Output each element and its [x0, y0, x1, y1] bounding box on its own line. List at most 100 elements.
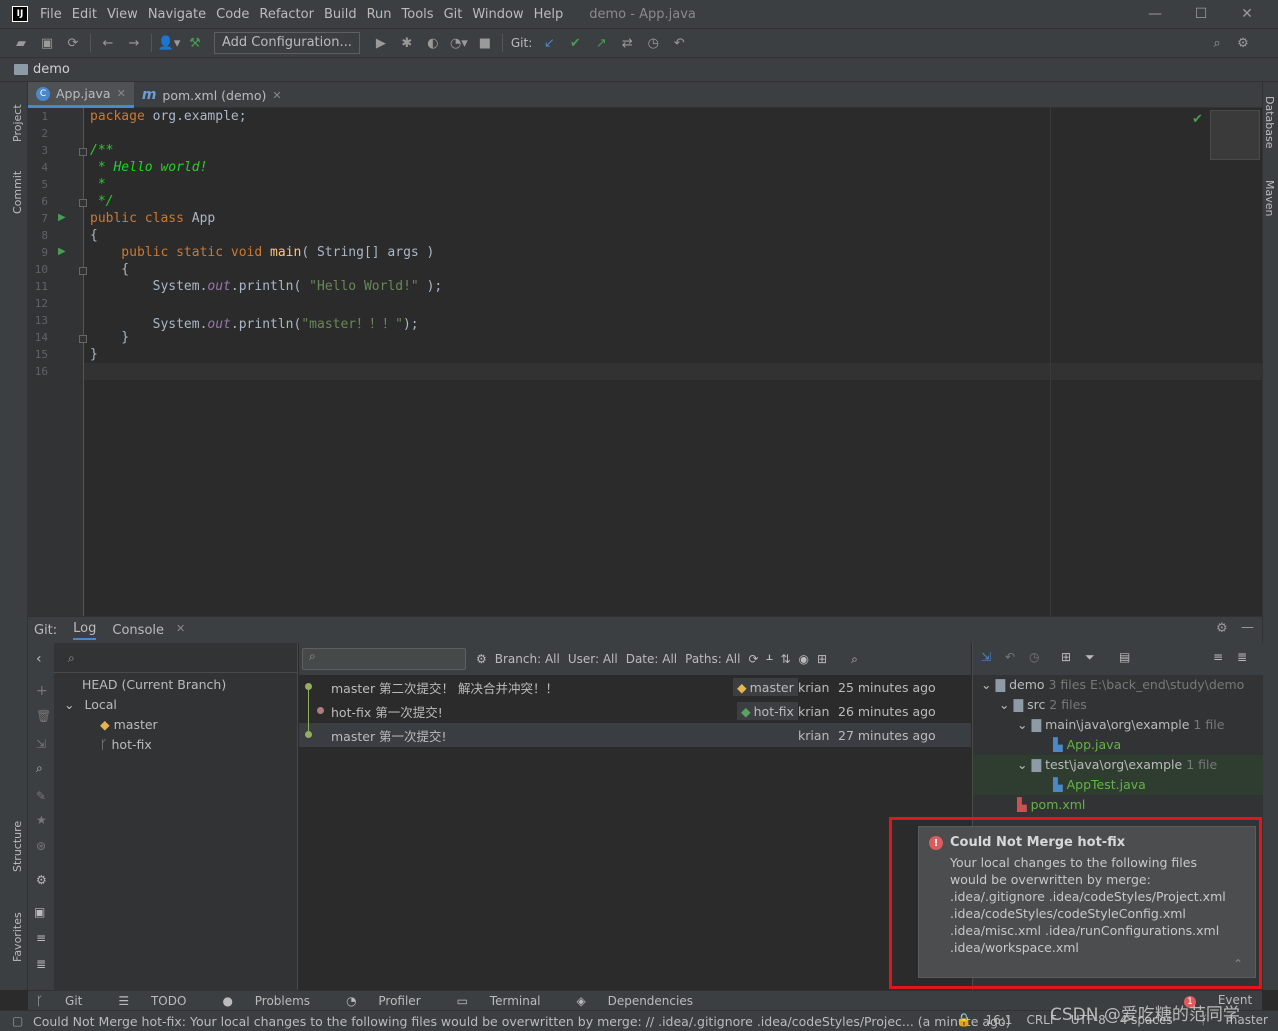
file-apptest-java[interactable]: ▙ AppTest.java: [1053, 777, 1146, 792]
breadcrumb-project[interactable]: demo: [33, 62, 70, 77]
menu-git[interactable]: Git: [444, 7, 463, 22]
tree-node-test[interactable]: ⌄ ▇ test\java\org\example 1 file: [1017, 757, 1217, 772]
close-icon[interactable]: ✕: [1224, 0, 1270, 29]
debug-icon[interactable]: ✱: [394, 32, 420, 54]
tool-tab-git[interactable]: ᚴ Git: [36, 994, 100, 1008]
fetch-icon[interactable]: ⊛: [36, 839, 46, 853]
stop-icon[interactable]: ■: [472, 32, 498, 54]
menu-navigate[interactable]: Navigate: [148, 7, 206, 22]
search-everywhere-icon[interactable]: ⌕: [1204, 32, 1230, 54]
menu-refactor[interactable]: Refactor: [259, 7, 314, 22]
menu-help[interactable]: Help: [534, 7, 564, 22]
back-arrow-icon[interactable]: ←: [95, 32, 121, 54]
commit-row[interactable]: master 第二次提交！ 解决合并冲突！！ ◆ master krian 25 …: [299, 675, 971, 699]
favorites-tool-tab[interactable]: Favorites: [11, 912, 24, 962]
menu-view[interactable]: View: [107, 7, 138, 22]
menu-window[interactable]: Window: [472, 7, 523, 22]
filter-icon[interactable]: ⏷: [1085, 650, 1095, 665]
fold-marker-icon[interactable]: [79, 199, 87, 207]
open-folder-icon[interactable]: ▰: [8, 32, 34, 54]
code-preview-minimap[interactable]: [1210, 110, 1260, 160]
maximize-icon[interactable]: ☐: [1178, 0, 1224, 29]
close-tab-icon[interactable]: ✕: [176, 622, 185, 635]
run-gutter-icon[interactable]: ▶: [58, 246, 66, 257]
branch-item-hot-fix[interactable]: ᚴ hot-fix: [100, 737, 152, 752]
commit-tool-tab[interactable]: Commit: [11, 171, 24, 214]
edit-icon[interactable]: ✎: [36, 789, 46, 803]
menu-build[interactable]: Build: [324, 7, 357, 22]
run-icon[interactable]: ▶: [368, 32, 394, 54]
menu-edit[interactable]: Edit: [72, 7, 97, 22]
file-app-java[interactable]: ▙ App.java: [1053, 737, 1121, 752]
tool-tab-profiler[interactable]: ◔ Profiler: [346, 994, 439, 1008]
git-history-icon[interactable]: ◷: [640, 32, 666, 54]
git-rollback-icon[interactable]: ↶: [666, 32, 692, 54]
forward-arrow-icon[interactable]: →: [121, 32, 147, 54]
profile-icon[interactable]: ◔▾: [446, 32, 472, 54]
fold-marker-icon[interactable]: [79, 335, 87, 343]
save-icon[interactable]: ▣: [34, 32, 60, 54]
filter-settings-icon[interactable]: ⚙: [476, 652, 487, 666]
menu-code[interactable]: Code: [216, 7, 249, 22]
compare-icon[interactable]: ⇲: [981, 650, 991, 664]
filter-branch[interactable]: Branch: All: [495, 652, 560, 666]
tab-app-java[interactable]: C App.java ✕: [28, 82, 134, 108]
tree-node-main[interactable]: ⌄ ▇ main\java\org\example 1 file: [1017, 717, 1224, 732]
merge-icon[interactable]: ⇲: [36, 737, 46, 751]
tool-tab-todo[interactable]: ☰ TODO: [118, 994, 204, 1008]
tool-tab-terminal[interactable]: ▭ Terminal: [457, 994, 559, 1008]
search-icon[interactable]: ⌕: [36, 761, 43, 776]
menu-tools[interactable]: Tools: [402, 7, 434, 22]
project-tool-tab[interactable]: Project: [11, 104, 24, 142]
collapse-all-icon[interactable]: ≣: [1237, 650, 1247, 664]
add-icon[interactable]: +: [36, 683, 48, 699]
tree-node-demo[interactable]: ⌄ ▇ demo 3 files E:\back_end\study\demo: [981, 677, 1244, 692]
revert-icon[interactable]: ↶: [1005, 650, 1015, 664]
git-push-icon[interactable]: ↗: [588, 32, 614, 54]
filter-paths[interactable]: Paths: All: [685, 652, 740, 666]
fold-marker-icon[interactable]: [79, 148, 87, 156]
cherry-pick-icon[interactable]: ᚆ: [767, 652, 773, 666]
eye-icon[interactable]: ◉: [799, 652, 809, 666]
git-update-icon[interactable]: ↙: [536, 32, 562, 54]
close-tab-icon[interactable]: ✕: [117, 87, 126, 100]
collapse-arrow-icon[interactable]: ‹: [36, 651, 42, 667]
log-search-input[interactable]: ⌕: [302, 648, 466, 670]
file-pom-xml[interactable]: ▙ pom.xml: [1017, 797, 1085, 812]
menu-run[interactable]: Run: [367, 7, 392, 22]
collapse-all-icon[interactable]: ≣: [36, 957, 46, 971]
run-gutter-icon[interactable]: ▶: [58, 212, 66, 223]
close-tab-icon[interactable]: ✕: [272, 89, 281, 102]
database-tool-tab[interactable]: Database: [1263, 96, 1276, 149]
intellij-logo-icon[interactable]: IJ: [12, 6, 28, 22]
expand-all-icon[interactable]: ≡: [1213, 650, 1223, 664]
sort-icon[interactable]: ⇅: [780, 652, 790, 666]
tool-tab-problems[interactable]: ● Problems: [222, 994, 328, 1008]
structure-tool-tab[interactable]: Structure: [11, 821, 24, 872]
preview-icon[interactable]: ▤: [1119, 650, 1130, 664]
refresh-icon[interactable]: ⟳: [748, 652, 758, 666]
maven-tool-tab[interactable]: Maven: [1263, 180, 1276, 216]
commit-row-selected[interactable]: master 第一次提交! krian 27 minutes ago: [299, 723, 971, 747]
settings-gear-icon[interactable]: ⚙: [36, 873, 47, 887]
fold-marker-icon[interactable]: [79, 267, 87, 275]
add-configuration-button[interactable]: Add Configuration...: [214, 32, 360, 54]
toggle-tool-windows-icon[interactable]: ▢: [12, 1014, 23, 1028]
commit-row[interactable]: hot-fix 第一次提交! ◆ hot-fix krian 26 minutes…: [299, 699, 971, 723]
git-commit-icon[interactable]: ✔: [562, 32, 588, 54]
tab-console[interactable]: Console: [112, 623, 164, 638]
group-by-icon[interactable]: ⊞: [1061, 650, 1071, 664]
tab-pom-xml[interactable]: m pom.xml (demo) ✕: [134, 82, 290, 108]
minimize-icon[interactable]: —: [1132, 0, 1178, 29]
git-compare-icon[interactable]: ⇄: [614, 32, 640, 54]
tool-tab-dependencies[interactable]: ◈ Dependencies: [577, 994, 711, 1008]
branch-search-input[interactable]: ⌕: [54, 647, 298, 673]
settings-gear-icon[interactable]: ⚙: [1230, 32, 1256, 54]
tree-node-src[interactable]: ⌄ ▇ src 2 files: [999, 697, 1087, 712]
hide-panel-icon[interactable]: —: [1241, 620, 1254, 635]
build-hammer-icon[interactable]: ⚒: [182, 32, 208, 54]
filter-date[interactable]: Date: All: [626, 652, 677, 666]
code-editor[interactable]: 1 2 3 4 5 6 7 8 9 10 11 12 13 14 15 16 ▶…: [28, 108, 1262, 616]
sync-icon[interactable]: ⟳: [60, 32, 86, 54]
search-icon[interactable]: ⌕: [851, 652, 858, 667]
